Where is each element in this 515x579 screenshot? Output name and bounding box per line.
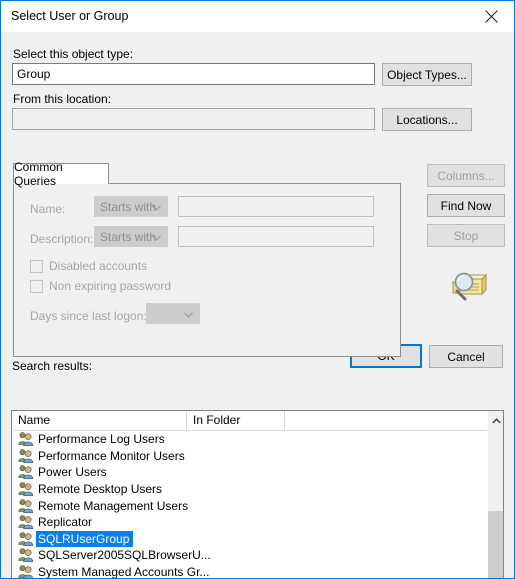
window-title: Select User or Group [11,9,129,23]
scrollbar-thumb[interactable] [488,511,503,578]
group-icon [18,464,34,480]
columns-button[interactable]: Columns... [427,164,505,187]
common-queries-panel: Name: Starts with Description: Starts wi… [13,183,401,357]
column-header-in-folder[interactable]: In Folder [187,411,285,430]
results-scrollbar[interactable] [487,411,503,578]
description-value-input[interactable] [178,226,374,247]
row-name: Replicator [38,515,93,530]
find-now-button[interactable]: Find Now [427,194,505,217]
chevron-up-icon [491,413,501,427]
group-icon [18,448,34,464]
location-field[interactable] [12,108,375,130]
row-name: SQLServer2005SQLBrowserU... [38,548,211,563]
table-row[interactable]: Remote Management Users [12,497,489,514]
results-rows: Performance Log Users Performance Monitor… [12,431,489,579]
description-condition-dropdown[interactable]: Starts with [94,226,168,247]
days-since-last-logon-dropdown[interactable] [146,303,200,324]
table-row[interactable]: Replicator [12,514,489,531]
close-icon [485,9,498,23]
table-row[interactable]: SQLRUserGroup [12,530,489,548]
dialog-body: Select this object type: Group Object Ty… [1,32,514,578]
select-user-or-group-dialog: Select User or Group Select this object … [0,0,515,579]
cancel-button[interactable]: Cancel [429,345,503,368]
object-type-label: Select this object type: [13,47,134,61]
title-bar: Select User or Group [1,1,514,32]
table-row[interactable]: Performance Monitor Users [12,448,489,465]
search-results-list[interactable]: Name In Folder Performance Log Users Perf… [11,410,504,579]
name-condition-value: Starts with [100,199,157,214]
object-type-field[interactable]: Group [12,63,375,85]
row-name: Remote Desktop Users [38,482,163,497]
tab-common-queries[interactable]: Common Queries [13,160,109,188]
description-label: Description: [30,232,94,246]
object-types-button[interactable]: Object Types... [382,63,472,86]
group-icon [18,514,34,530]
column-header-name[interactable]: Name [12,411,187,430]
row-name: System Managed Accounts Gr... [38,565,210,579]
checkbox-box [30,279,43,293]
table-row[interactable]: Performance Log Users [12,431,489,448]
disabled-accounts-label: Disabled accounts [49,259,148,273]
row-name: Power Users [38,465,107,480]
chevron-down-icon [152,200,161,214]
group-icon [18,498,34,514]
non-expiring-password-label: Non expiring password [49,279,172,293]
chevron-down-icon [184,307,193,321]
group-icon [18,547,34,563]
magnifier-over-card-icon [448,269,490,303]
checkbox-box [30,259,43,273]
row-name: Remote Management Users [38,498,189,513]
group-icon [18,481,34,497]
name-condition-dropdown[interactable]: Starts with [94,196,168,217]
column-header-spacer [285,411,489,430]
scroll-up-button[interactable] [488,411,503,428]
stop-button[interactable]: Stop [427,224,505,247]
query-tabstrip: Common Queries Name: Starts with Descrip… [13,160,401,357]
group-icon [18,531,34,547]
search-results-label: Search results: [12,359,93,373]
chevron-down-icon [152,230,161,244]
location-label: From this location: [13,92,112,106]
description-condition-value: Starts with [100,229,157,244]
results-column-header: Name In Folder [12,411,503,431]
close-button[interactable] [469,1,514,31]
days-since-last-logon-label: Days since last logon: [30,309,147,323]
group-icon [18,564,34,578]
row-name: Performance Monitor Users [38,448,185,463]
non-expiring-password-checkbox[interactable]: Non expiring password [30,279,171,293]
name-label: Name: [30,202,66,216]
group-icon [18,431,34,447]
name-value-input[interactable] [178,196,374,217]
table-row[interactable]: SQLServer2005SQLBrowserU... [12,547,489,564]
locations-button[interactable]: Locations... [382,108,472,131]
row-name: SQLRUserGroup [38,531,130,546]
table-row[interactable]: System Managed Accounts Gr... [12,564,489,579]
disabled-accounts-checkbox[interactable]: Disabled accounts [30,259,147,273]
table-row[interactable]: Remote Desktop Users [12,481,489,498]
row-name: Performance Log Users [38,432,165,447]
table-row[interactable]: Power Users [12,464,489,481]
